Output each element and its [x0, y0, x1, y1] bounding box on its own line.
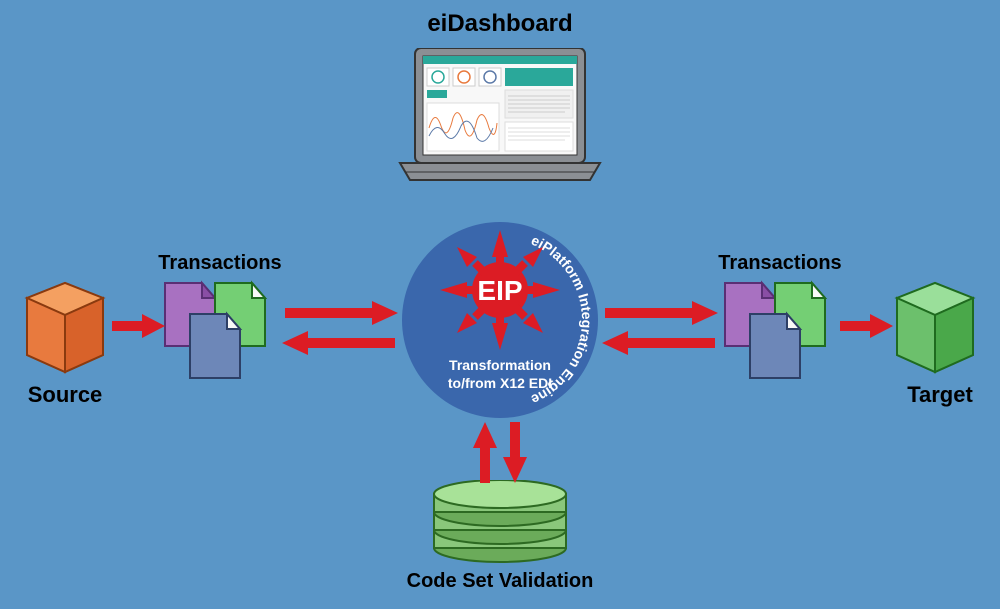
- arrows-eip-database: [470, 420, 530, 485]
- transactions-left-label: Transactions: [145, 252, 295, 275]
- target-cube-icon: [885, 280, 985, 375]
- arrow-docs-to-target: [838, 314, 893, 338]
- dashboard-title: eiDashboard: [400, 10, 600, 38]
- transactions-right-label: Transactions: [705, 252, 855, 275]
- eip-transform-line2: to/from X12 EDI: [448, 375, 552, 391]
- source-cube-icon: [15, 280, 115, 375]
- arrow-source-to-docs: [110, 314, 165, 338]
- eip-circle-icon: eiPlatform Integration Engine EIP Transf…: [395, 215, 605, 425]
- arrows-eip-docs-right: [600, 298, 720, 358]
- eip-center-text: EIP: [477, 275, 522, 306]
- laptop-icon: [395, 48, 605, 183]
- eip-transform-line1: Transformation: [449, 357, 551, 373]
- arrows-docs-left-eip: [280, 298, 400, 358]
- database-icon: [428, 480, 573, 565]
- documents-left-icon: [160, 278, 280, 383]
- documents-right-icon: [720, 278, 840, 383]
- target-label: Target: [890, 382, 990, 408]
- code-set-validation-label: Code Set Validation: [400, 570, 600, 593]
- source-label: Source: [15, 382, 115, 408]
